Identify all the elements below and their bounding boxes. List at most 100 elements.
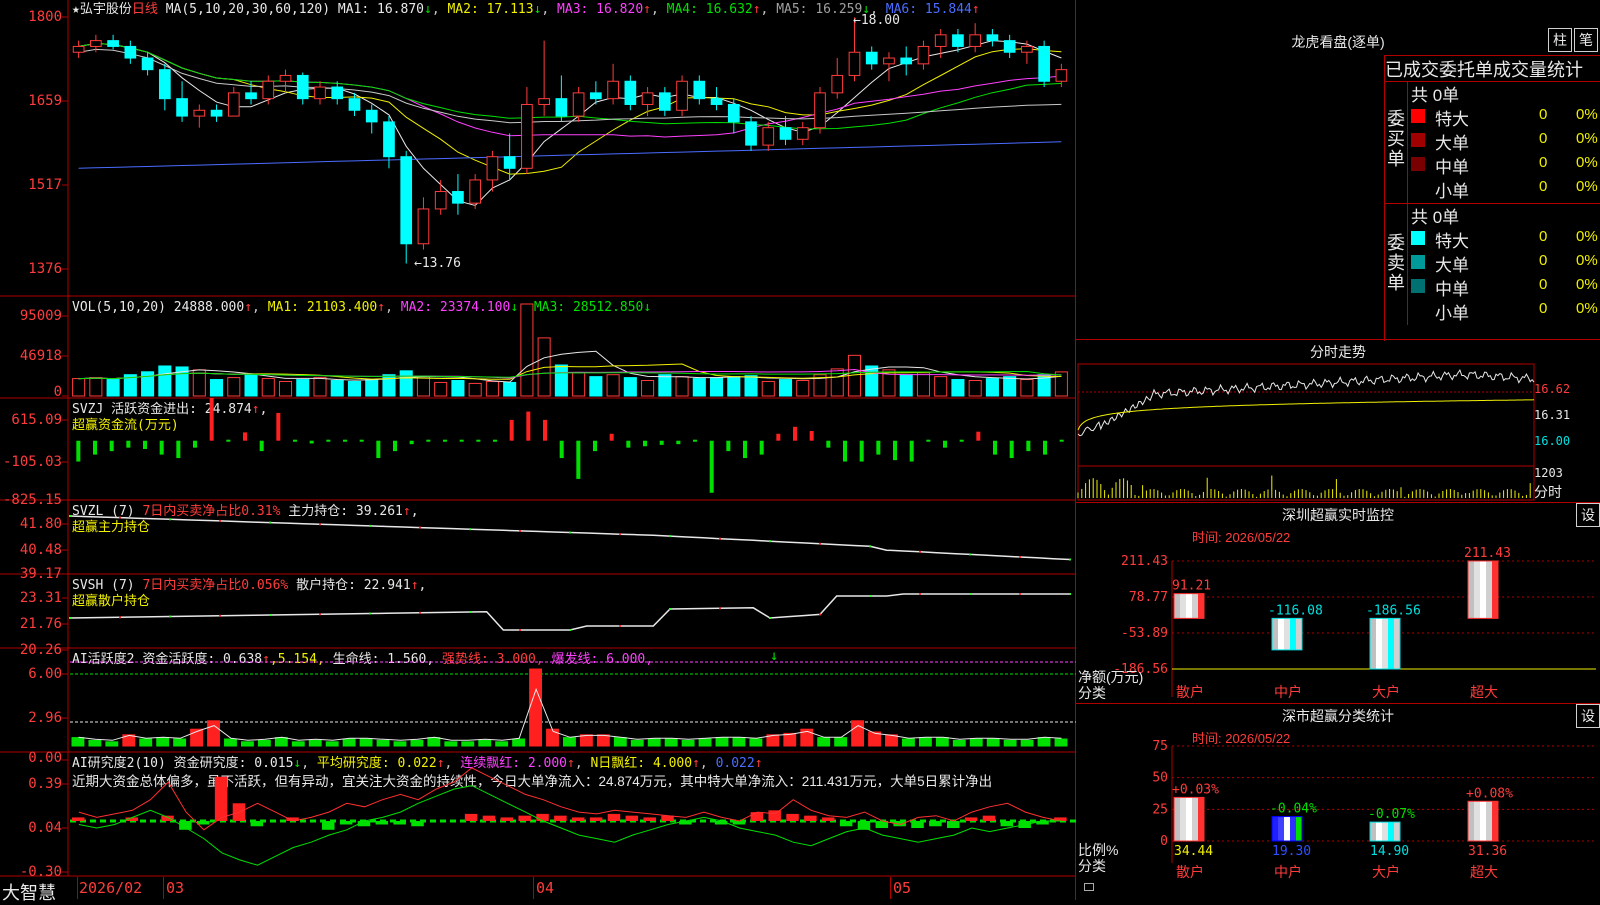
candle-body — [710, 98, 723, 105]
fenshi-frame — [1077, 363, 1535, 501]
flow-bar — [176, 440, 181, 459]
flow-bar — [193, 440, 197, 448]
candle-body — [814, 92, 826, 129]
volume-bar — [261, 378, 275, 397]
activity-bar — [224, 738, 237, 747]
order-count: 0 — [1539, 130, 1548, 147]
flow-bar — [143, 440, 147, 450]
flow-bar — [993, 440, 997, 455]
holding-dot — [69, 617, 71, 619]
stats-category-label: 中户 — [1274, 864, 1302, 880]
candle-body — [590, 92, 602, 100]
volume-chart[interactable] — [70, 296, 1076, 397]
order-percent: 0% — [1576, 178, 1598, 195]
candle-body — [193, 109, 206, 117]
bar-stripe — [1284, 618, 1291, 650]
research-bar — [322, 820, 335, 830]
date-tick-divider — [163, 877, 164, 899]
research-bar — [964, 817, 978, 821]
activity-bar — [647, 738, 661, 747]
bar-stripe — [1186, 593, 1193, 619]
fenshi-avg-line — [1077, 399, 1535, 431]
activity-bar — [461, 741, 475, 747]
volume-bar — [606, 374, 620, 397]
holding-dot — [119, 616, 121, 619]
fenshi-title: 分时走势 — [1310, 344, 1366, 360]
svzl-chart[interactable] — [69, 500, 1076, 572]
volume-bar — [227, 377, 241, 397]
candlestick-chart[interactable] — [70, 0, 1076, 296]
svzl-tick-label: 41.80 — [19, 516, 62, 532]
stats-value-label: 34.44 — [1174, 844, 1213, 859]
candle-body — [1003, 40, 1016, 53]
bar-stripe — [1174, 797, 1181, 841]
research-bar — [197, 820, 210, 825]
activity-bar — [681, 739, 695, 747]
bar-mode-button[interactable]: 柱 — [1548, 28, 1572, 52]
ma-line — [78, 42, 1062, 175]
candle-body — [434, 191, 447, 210]
main-chart-area[interactable]: 1800 1659 1517 1376 95009 46918 0 615.09… — [0, 0, 1094, 903]
activity-bar — [173, 738, 187, 747]
tab-stats[interactable]: 统计 — [1547, 60, 1583, 80]
bar-stripe — [1480, 801, 1487, 841]
holding-dot — [319, 613, 321, 616]
price-tick-label: 1517 — [28, 177, 62, 193]
activity-bar — [783, 732, 797, 747]
svzl-tick-label: 40.48 — [19, 542, 62, 558]
high-price-note: ←18.00 — [853, 13, 900, 29]
flow-dash — [326, 439, 331, 442]
volume-bar — [278, 380, 293, 397]
stats-value-label: 19.30 — [1272, 844, 1311, 859]
svzj-chart[interactable] — [70, 398, 1076, 498]
volume-bar — [951, 379, 965, 397]
holding-dot — [419, 526, 421, 529]
fenshi-price-line — [1077, 368, 1535, 437]
fenshi-chart[interactable] — [1077, 363, 1535, 501]
flow-bar — [509, 419, 514, 441]
holding-dot — [1019, 593, 1021, 595]
tab-filled[interactable]: 已成交 — [1385, 60, 1439, 80]
sell-row: 小单 0 0% — [1411, 299, 1600, 323]
candle-body — [158, 69, 171, 100]
fenshi-tick-label: 16.62 — [1534, 382, 1571, 396]
volume-bar — [89, 377, 103, 397]
flow-dash — [693, 439, 697, 442]
sell-row: 大单 0 0% — [1411, 251, 1600, 275]
monitor-bar — [1173, 593, 1205, 619]
volume-bar — [244, 374, 258, 397]
flow-bar — [876, 440, 881, 455]
flow-bar — [93, 440, 97, 455]
order-size-label: 小单 — [1435, 304, 1469, 323]
sz-stats-chart[interactable]: 75 50 25 0 +0.03% 34.44 散户 -0.04% 19.30 中户 -0.07% 1… — [1076, 704, 1600, 901]
ai2-chart[interactable] — [70, 752, 1076, 874]
activity-bar — [139, 738, 153, 747]
activity-bar — [546, 728, 559, 747]
holding-dot — [69, 515, 71, 517]
svsh-tick-label: 23.31 — [19, 590, 62, 606]
fenshi-panel[interactable]: 分时走势 16.62 16.31 16.00 1203 分时 — [1076, 339, 1600, 502]
ai1-chart[interactable]: ↓ — [70, 648, 1076, 750]
activity-bar — [732, 737, 746, 747]
svsh-axis: 23.31 21.76 20.26 — [0, 574, 62, 658]
low-price-note: ←13.76 — [414, 256, 461, 272]
fenshi-vol-tick: 1203 — [1534, 466, 1563, 480]
tick-mode-button[interactable]: 笔 — [1574, 28, 1598, 52]
activity-bar — [342, 738, 356, 747]
volume-bar — [727, 376, 741, 397]
bar-stripe — [1388, 618, 1395, 669]
brand-label: 大智慧 — [2, 883, 56, 903]
activity-bar — [427, 737, 441, 747]
candle-body — [883, 57, 895, 65]
sz-monitor-chart[interactable]: 211.43 78.77 -53.89 -186.56 91.21 散户 -116.08 中户… — [1076, 503, 1600, 703]
bar-stripe — [1278, 816, 1285, 841]
tab-orders[interactable]: 委托单 — [1439, 60, 1493, 80]
monitor-value-label: 91.21 — [1172, 579, 1211, 594]
svsh-chart[interactable] — [69, 574, 1076, 646]
holding-dot — [469, 528, 471, 531]
holding-dot — [119, 516, 121, 519]
holding-dot — [169, 615, 171, 618]
ma-line — [78, 141, 1062, 169]
bar-stripe — [1284, 816, 1291, 841]
tab-volume[interactable]: 成交量 — [1493, 60, 1547, 80]
